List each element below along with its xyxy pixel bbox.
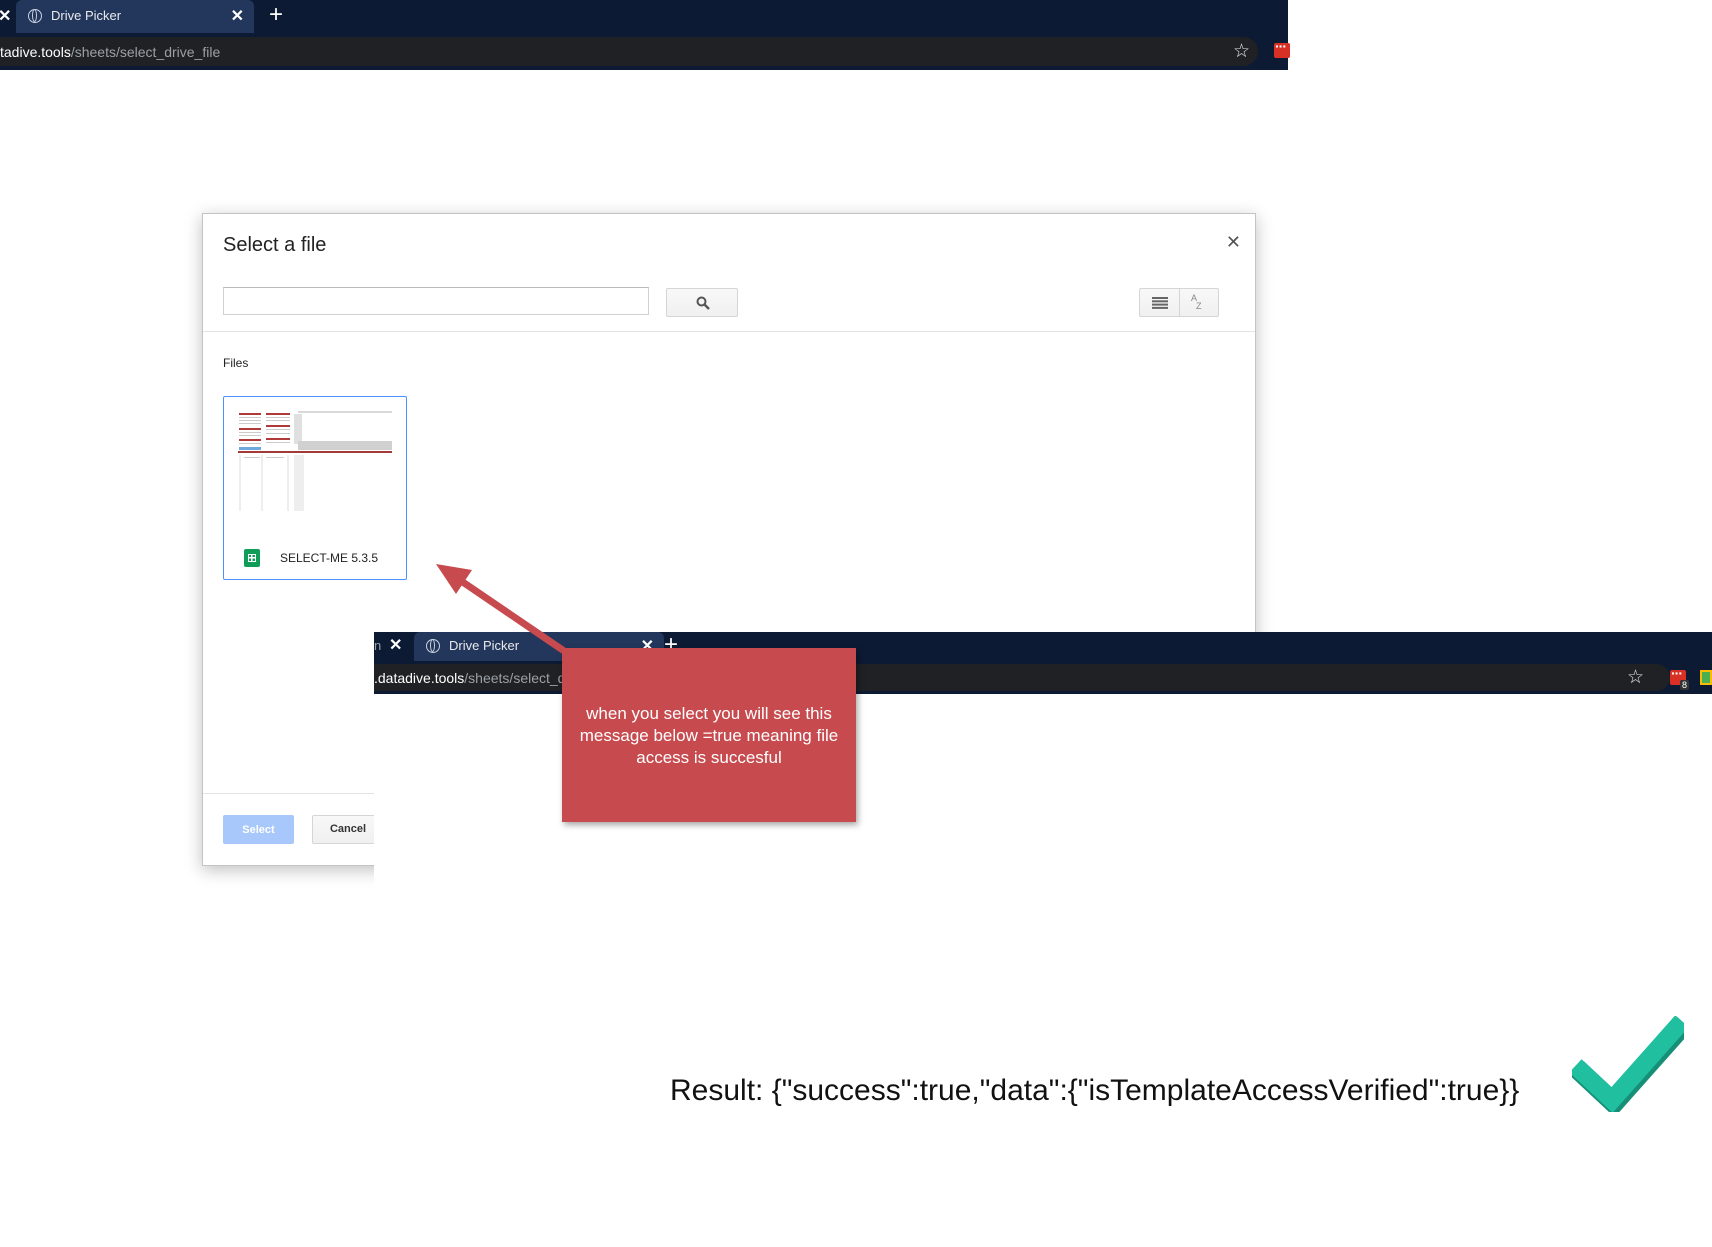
divider	[203, 331, 1255, 332]
close-icon[interactable]: ✕	[0, 6, 11, 26]
url-path: /sheets/select_drive_file	[70, 44, 221, 60]
close-icon[interactable]: ✕	[1226, 232, 1241, 253]
tab-drive-picker[interactable]: Drive Picker ✕	[16, 0, 254, 33]
search-input[interactable]	[223, 287, 649, 315]
globe-icon	[28, 9, 42, 23]
url-text: .datadive.tools/sheets/select_d	[374, 670, 565, 686]
list-icon	[1152, 297, 1168, 309]
url-host: .datadive.tools	[374, 670, 465, 686]
result-text: Result: {"success":true,"data":{"isTempl…	[670, 1074, 1520, 1107]
browser-window-top: ✕ Drive Picker ✕ + tadive.tools/sheets/s…	[0, 0, 1290, 70]
tab-title: Drive Picker	[51, 8, 122, 23]
extension-badge: 8	[1680, 680, 1690, 690]
extension-icon[interactable]	[1700, 670, 1712, 685]
extension-icon[interactable]	[1274, 38, 1290, 58]
star-icon[interactable]: ☆	[1233, 40, 1250, 63]
checkmark-icon	[1572, 1016, 1684, 1112]
search-icon	[696, 296, 710, 310]
plus-icon[interactable]: +	[269, 2, 283, 28]
files-section-label: Files	[223, 356, 249, 370]
browser-toolbar: tadive.tools/sheets/select_drive_file ☆	[0, 33, 1290, 70]
tab-strip: ✕ Drive Picker ✕ +	[0, 0, 1288, 33]
sort-az-icon: A Z	[1191, 293, 1202, 311]
sort-button[interactable]: A Z	[1179, 288, 1219, 317]
google-sheets-icon	[244, 549, 260, 567]
callout-box: when you select you will see this messag…	[562, 648, 856, 822]
url-host: tadive.tools	[0, 44, 71, 60]
dialog-title: Select a file	[223, 234, 327, 256]
close-icon[interactable]: ✕	[231, 6, 244, 26]
spreadsheet-thumbnail	[238, 411, 392, 511]
address-bar[interactable]: tadive.tools/sheets/select_drive_file ☆	[0, 37, 1258, 66]
file-card[interactable]: SELECT-ME 5.3.5	[223, 396, 407, 580]
star-icon[interactable]: ☆	[1627, 666, 1644, 689]
list-view-button[interactable]	[1139, 288, 1180, 317]
callout-text: when you select you will see this messag…	[579, 704, 839, 767]
close-icon[interactable]: ✕	[389, 635, 402, 655]
search-button[interactable]	[666, 288, 738, 317]
select-button[interactable]: Select	[223, 815, 294, 844]
url-path: /sheets/select_d	[464, 670, 566, 686]
file-thumbnail	[238, 411, 392, 511]
file-name-row: SELECT-ME 5.3.5	[244, 549, 400, 567]
url-text: tadive.tools/sheets/select_drive_file	[0, 44, 220, 60]
file-name: SELECT-ME 5.3.5	[280, 551, 379, 565]
tab-partial-label: n	[374, 638, 382, 653]
